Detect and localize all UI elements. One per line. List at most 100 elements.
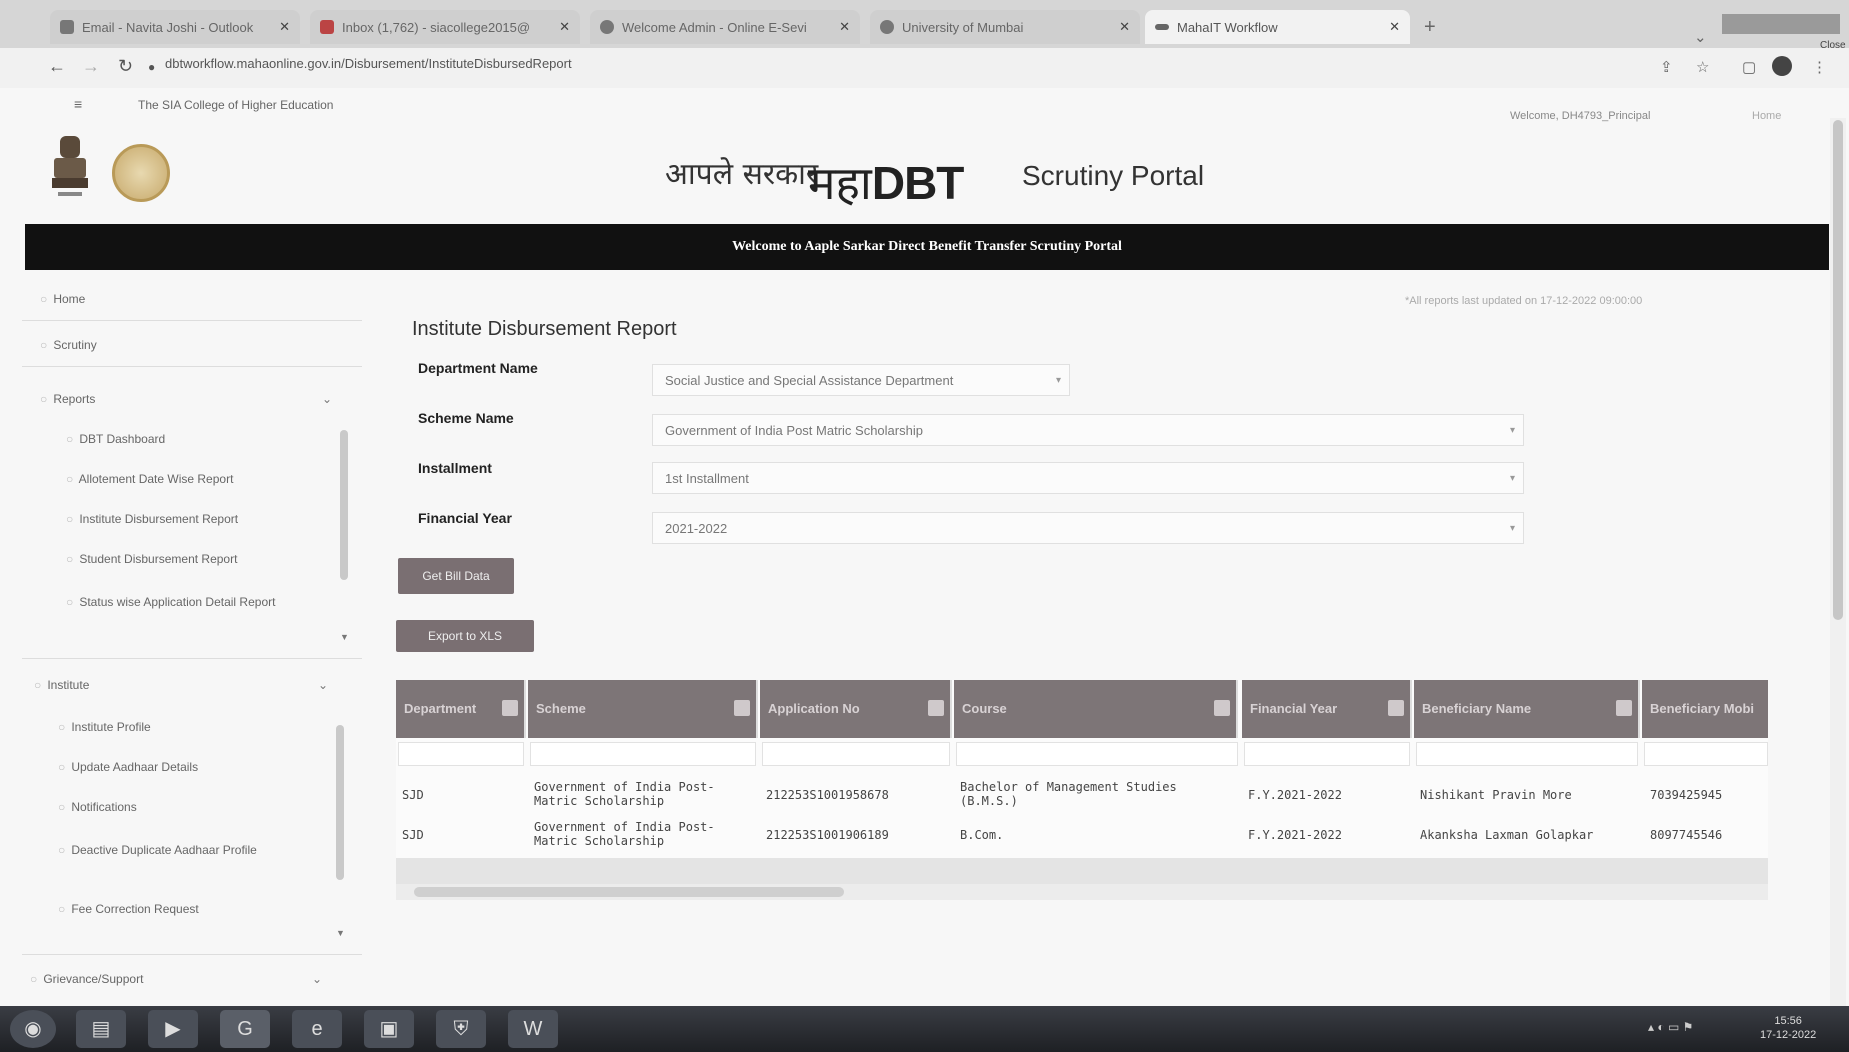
close-icon[interactable]: ✕: [831, 19, 850, 35]
browser-tab-gmail[interactable]: Inbox (1,762) - siacollege2015@ ✕: [310, 10, 580, 44]
close-icon[interactable]: ✕: [1381, 19, 1400, 35]
sidebar-item-update-aadhaar[interactable]: ○ Update Aadhaar Details: [58, 760, 198, 774]
word-icon[interactable]: W: [508, 1010, 558, 1048]
column-menu-icon[interactable]: [928, 700, 944, 716]
column-menu-icon[interactable]: [734, 700, 750, 716]
chevron-down-icon[interactable]: ⌄: [318, 678, 328, 692]
filter-input-beneficiary-mobile[interactable]: [1644, 742, 1768, 766]
new-tab-button[interactable]: +: [1416, 10, 1450, 44]
user-menu[interactable]: Welcome, DH4793_Principal: [1510, 110, 1650, 122]
filter-input-scheme[interactable]: [530, 742, 756, 766]
sidebar-item-allotement-report[interactable]: ○ Allotement Date Wise Report: [66, 472, 233, 486]
dropdown-caret-icon: ▾: [1509, 473, 1515, 484]
file-explorer-icon[interactable]: ▤: [76, 1010, 126, 1048]
chrome-icon[interactable]: G: [220, 1010, 270, 1048]
financial-year-label: Financial Year: [418, 510, 512, 526]
table-horizontal-scrollbar[interactable]: [396, 884, 1768, 900]
scroll-down-icon[interactable]: ▼: [336, 928, 345, 938]
divider: [22, 954, 362, 955]
tray-icons[interactable]: ▴ ◐ ▭ ⚑: [1648, 1020, 1693, 1034]
scheme-select[interactable]: Government of India Post Matric Scholars…: [652, 414, 1524, 446]
column-menu-icon[interactable]: [1388, 700, 1404, 716]
get-bill-data-button[interactable]: Get Bill Data: [398, 558, 514, 594]
dropdown-caret-icon: ▾: [1509, 523, 1515, 534]
media-player-icon[interactable]: ▶: [148, 1010, 198, 1048]
chevron-down-icon[interactable]: ⌄: [312, 972, 322, 986]
sidebar-scrollbar[interactable]: [336, 725, 344, 880]
browser-tab-outlook[interactable]: Email - Navita Joshi - Outlook ✕: [50, 10, 300, 44]
browser-tab-mumbai-university[interactable]: University of Mumbai ✕: [870, 10, 1140, 44]
table-cell: B.Com.: [960, 828, 1004, 842]
close-icon[interactable]: ✕: [271, 19, 290, 35]
reload-icon[interactable]: ↻: [118, 56, 133, 77]
filter-input-beneficiary-name[interactable]: [1416, 742, 1638, 766]
sidebar-item-institute-profile[interactable]: ○ Institute Profile: [58, 720, 151, 734]
sidebar-item-scrutiny[interactable]: ○ Scrutiny: [40, 338, 97, 352]
close-icon[interactable]: ✕: [1111, 19, 1130, 35]
table-cell: Nishikant Pravin More: [1420, 788, 1572, 802]
chevron-down-icon[interactable]: ⌄: [322, 392, 332, 406]
globe-icon: [600, 20, 614, 34]
column-menu-icon[interactable]: [1616, 700, 1632, 716]
share-icon[interactable]: ⇪: [1660, 58, 1673, 76]
scroll-down-icon[interactable]: ▼: [340, 632, 349, 642]
lock-icon[interactable]: ●: [148, 60, 155, 74]
sidepanel-icon[interactable]: ▢: [1742, 58, 1756, 76]
outlook-icon: [60, 20, 74, 34]
security-shield-icon[interactable]: ⛨: [436, 1010, 486, 1048]
sidebar-item-deactive-duplicate[interactable]: ○ Deactive Duplicate Aadhaar Profile: [58, 840, 308, 860]
app-icon[interactable]: ▣: [364, 1010, 414, 1048]
sidebar-item-grievance[interactable]: ○ Grievance/Support: [30, 972, 143, 986]
sidebar-item-dbt-dashboard[interactable]: ○ DBT Dashboard: [66, 432, 165, 446]
divider: [22, 320, 362, 321]
column-header-application-no[interactable]: Application No: [760, 680, 952, 738]
scrollbar-thumb[interactable]: [414, 887, 844, 897]
filter-input-department[interactable]: [398, 742, 524, 766]
sidebar-item-institute-disbursement[interactable]: ○ Institute Disbursement Report: [66, 512, 238, 526]
globe-icon: [880, 20, 894, 34]
sidebar-item-student-disbursement[interactable]: ○ Student Disbursement Report: [66, 552, 237, 566]
close-icon[interactable]: ✕: [551, 19, 570, 35]
tab-search-icon[interactable]: ⌄: [1694, 28, 1707, 46]
start-button-icon[interactable]: ◉: [10, 1010, 56, 1048]
browser-tab-bar: Email - Navita Joshi - Outlook ✕ Inbox (1…: [0, 0, 1849, 51]
menu-icon[interactable]: ⋮: [1812, 58, 1827, 76]
column-menu-icon[interactable]: [1214, 700, 1230, 716]
column-header-course[interactable]: Course: [954, 680, 1238, 738]
page-scrollbar[interactable]: [1830, 118, 1846, 1008]
browser-tab-online-esevi[interactable]: Welcome Admin - Online E-Sevi ✕: [590, 10, 860, 44]
column-header-beneficiary-name[interactable]: Beneficiary Name: [1414, 680, 1640, 738]
star-icon[interactable]: ☆: [1696, 58, 1709, 76]
financial-year-select[interactable]: 2021-2022 ▾: [652, 512, 1524, 544]
column-header-department[interactable]: Department: [396, 680, 526, 738]
department-select[interactable]: Social Justice and Special Assistance De…: [652, 364, 1070, 396]
system-clock[interactable]: 15:56 17-12-2022: [1760, 1014, 1816, 1042]
column-header-scheme[interactable]: Scheme: [528, 680, 758, 738]
installment-select[interactable]: 1st Installment ▾: [652, 462, 1524, 494]
filter-input-financial-year[interactable]: [1244, 742, 1410, 766]
column-header-financial-year[interactable]: Financial Year: [1242, 680, 1412, 738]
sidebar-item-fee-correction[interactable]: ○ Fee Correction Request: [58, 902, 199, 916]
internet-explorer-icon[interactable]: e: [292, 1010, 342, 1048]
sidebar-scrollbar[interactable]: [340, 430, 348, 580]
scrollbar-thumb[interactable]: [1833, 120, 1843, 620]
column-header-beneficiary-mobile[interactable]: Beneficiary Mobi: [1642, 680, 1768, 738]
hamburger-icon[interactable]: ≡: [74, 96, 82, 112]
sidebar-item-home[interactable]: ○ Home: [40, 292, 85, 306]
profile-avatar[interactable]: [1772, 56, 1792, 76]
sidebar-item-status-wise-report[interactable]: ○ Status wise Application Detail Report: [66, 592, 316, 612]
sidebar-item-reports[interactable]: ○ Reports: [40, 392, 95, 406]
back-icon[interactable]: ←: [48, 56, 66, 77]
export-xls-button[interactable]: Export to XLS: [396, 620, 534, 652]
url-field[interactable]: dbtworkflow.mahaonline.gov.in/Disburseme…: [165, 56, 572, 71]
filter-input-application-no[interactable]: [762, 742, 950, 766]
forward-icon[interactable]: →: [82, 56, 100, 77]
sidebar-item-notifications[interactable]: ○ Notifications: [58, 800, 137, 814]
home-link[interactable]: Home: [1752, 110, 1781, 122]
filter-input-course[interactable]: [956, 742, 1238, 766]
table-cell: F.Y.2021-2022: [1248, 788, 1342, 802]
window-controls[interactable]: [1722, 14, 1840, 34]
browser-tab-mahait[interactable]: MahaIT Workflow ✕: [1145, 10, 1410, 44]
column-menu-icon[interactable]: [502, 700, 518, 716]
sidebar-item-institute[interactable]: ○ Institute: [34, 678, 89, 692]
